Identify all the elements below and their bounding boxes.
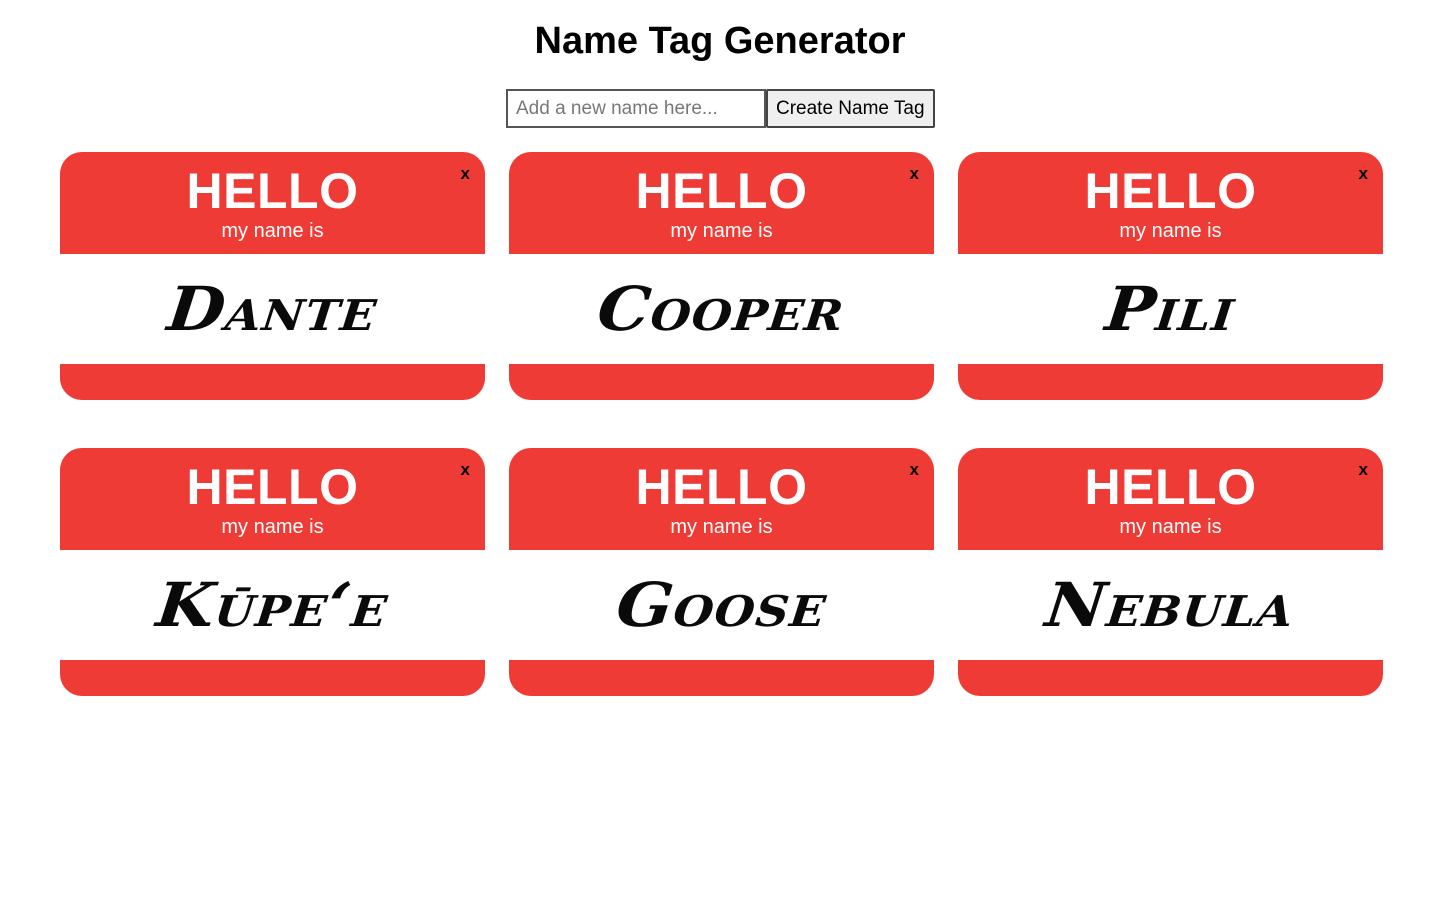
tag-hello-text: HELLO (186, 459, 359, 515)
remove-tag-close-icon[interactable]: x (1359, 164, 1368, 184)
tag-subtitle: my name is (670, 516, 773, 538)
new-name-input[interactable] (506, 89, 766, 128)
tag-name: Dante (164, 273, 381, 345)
remove-tag-close-icon[interactable]: x (910, 460, 919, 480)
name-tag: HELLO my name is x Kūpe‘e (60, 448, 485, 696)
remove-tag-close-icon[interactable]: x (461, 460, 470, 480)
name-tag: HELLO my name is x Goose (509, 448, 934, 696)
name-tag: HELLO my name is x Pili (958, 152, 1383, 400)
remove-tag-close-icon[interactable]: x (461, 164, 470, 184)
tag-name: Nebula (1042, 569, 1299, 641)
tag-name: Goose (612, 569, 831, 641)
remove-tag-close-icon[interactable]: x (1359, 460, 1368, 480)
new-name-form: Create Name Tag (506, 89, 935, 128)
tag-name-area: Nebula (958, 550, 1383, 660)
tag-subtitle: my name is (670, 220, 773, 242)
tag-name: Kūpe‘e (153, 569, 392, 641)
remove-tag-close-icon[interactable]: x (910, 164, 919, 184)
name-tag: HELLO my name is x Cooper (509, 152, 934, 400)
tag-name-area: Cooper (509, 254, 934, 364)
tag-header: HELLO my name is (509, 448, 934, 550)
tag-name-area: Dante (60, 254, 485, 364)
name-tags-grid: HELLO my name is x Dante HELLO my name i… (60, 152, 1383, 696)
tag-header: HELLO my name is (958, 152, 1383, 254)
tag-hello-text: HELLO (1084, 459, 1257, 515)
create-name-tag-button[interactable]: Create Name Tag (766, 89, 935, 128)
tag-subtitle: my name is (221, 220, 324, 242)
tag-subtitle: my name is (1119, 516, 1222, 538)
tag-subtitle: my name is (1119, 220, 1222, 242)
page-title: Name Tag Generator (534, 20, 906, 62)
tag-header: HELLO my name is (509, 152, 934, 254)
tag-name-area: Kūpe‘e (60, 550, 485, 660)
tag-header: HELLO my name is (958, 448, 1383, 550)
name-tag: HELLO my name is x Nebula (958, 448, 1383, 696)
tag-name-area: Pili (958, 254, 1383, 364)
tag-hello-text: HELLO (1084, 163, 1257, 219)
tag-subtitle: my name is (221, 516, 324, 538)
tag-name: Cooper (594, 273, 849, 345)
tag-name-area: Goose (509, 550, 934, 660)
tag-name: Pili (1102, 273, 1239, 345)
tag-hello-text: HELLO (186, 163, 359, 219)
name-tag: HELLO my name is x Dante (60, 152, 485, 400)
tag-hello-text: HELLO (635, 459, 808, 515)
tag-header: HELLO my name is (60, 448, 485, 550)
tag-hello-text: HELLO (635, 163, 808, 219)
tag-header: HELLO my name is (60, 152, 485, 254)
